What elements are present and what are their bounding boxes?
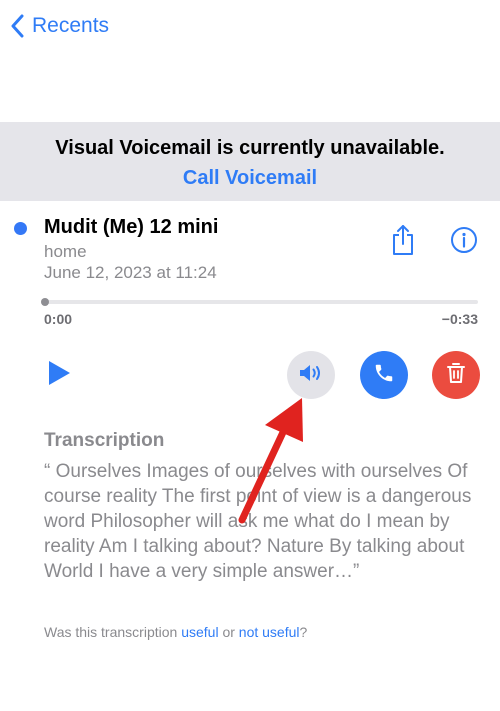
chevron-left-icon bbox=[10, 14, 24, 38]
trash-icon bbox=[446, 362, 466, 389]
phone-icon bbox=[373, 362, 395, 389]
feedback-or: or bbox=[218, 624, 239, 640]
caller-label: home bbox=[44, 242, 87, 261]
info-icon bbox=[450, 226, 478, 259]
transcription-text: “ Ourselves Images of ourselves with our… bbox=[44, 461, 472, 582]
feedback-suffix: ? bbox=[299, 624, 308, 640]
share-button[interactable] bbox=[388, 224, 418, 260]
useful-link[interactable]: useful bbox=[181, 624, 218, 640]
annotation-arrow bbox=[238, 398, 303, 524]
play-button[interactable] bbox=[44, 360, 74, 390]
elapsed-time: 0:00 bbox=[44, 311, 73, 327]
remaining-time: −0:33 bbox=[441, 311, 478, 327]
call-voicemail-button[interactable]: Call Voicemail bbox=[0, 167, 500, 190]
speaker-icon bbox=[297, 362, 325, 389]
call-back-button[interactable] bbox=[360, 351, 408, 399]
share-icon bbox=[391, 224, 415, 261]
speaker-button[interactable] bbox=[287, 351, 335, 399]
transcription-title: Transcription bbox=[44, 430, 165, 451]
voicemail-unavailable-banner: Visual Voicemail is currently unavailabl… bbox=[0, 122, 500, 201]
playback-scrubber[interactable] bbox=[41, 298, 478, 306]
delete-button[interactable] bbox=[432, 351, 480, 399]
caller-name: Mudit (Me) 12 mini bbox=[44, 216, 219, 238]
info-button[interactable] bbox=[449, 226, 479, 259]
unread-indicator bbox=[14, 222, 27, 235]
play-icon bbox=[46, 359, 72, 392]
back-label: Recents bbox=[32, 14, 110, 37]
transcription-feedback: Was this transcription useful or not use… bbox=[44, 624, 307, 640]
voicemail-date: June 12, 2023 at 11:24 bbox=[44, 263, 217, 282]
scrubber-knob[interactable] bbox=[41, 298, 49, 306]
back-button[interactable]: Recents bbox=[10, 14, 109, 38]
banner-message: Visual Voicemail is currently unavailabl… bbox=[55, 137, 445, 159]
not-useful-link[interactable]: not useful bbox=[239, 624, 300, 640]
feedback-prefix: Was this transcription bbox=[44, 624, 182, 640]
